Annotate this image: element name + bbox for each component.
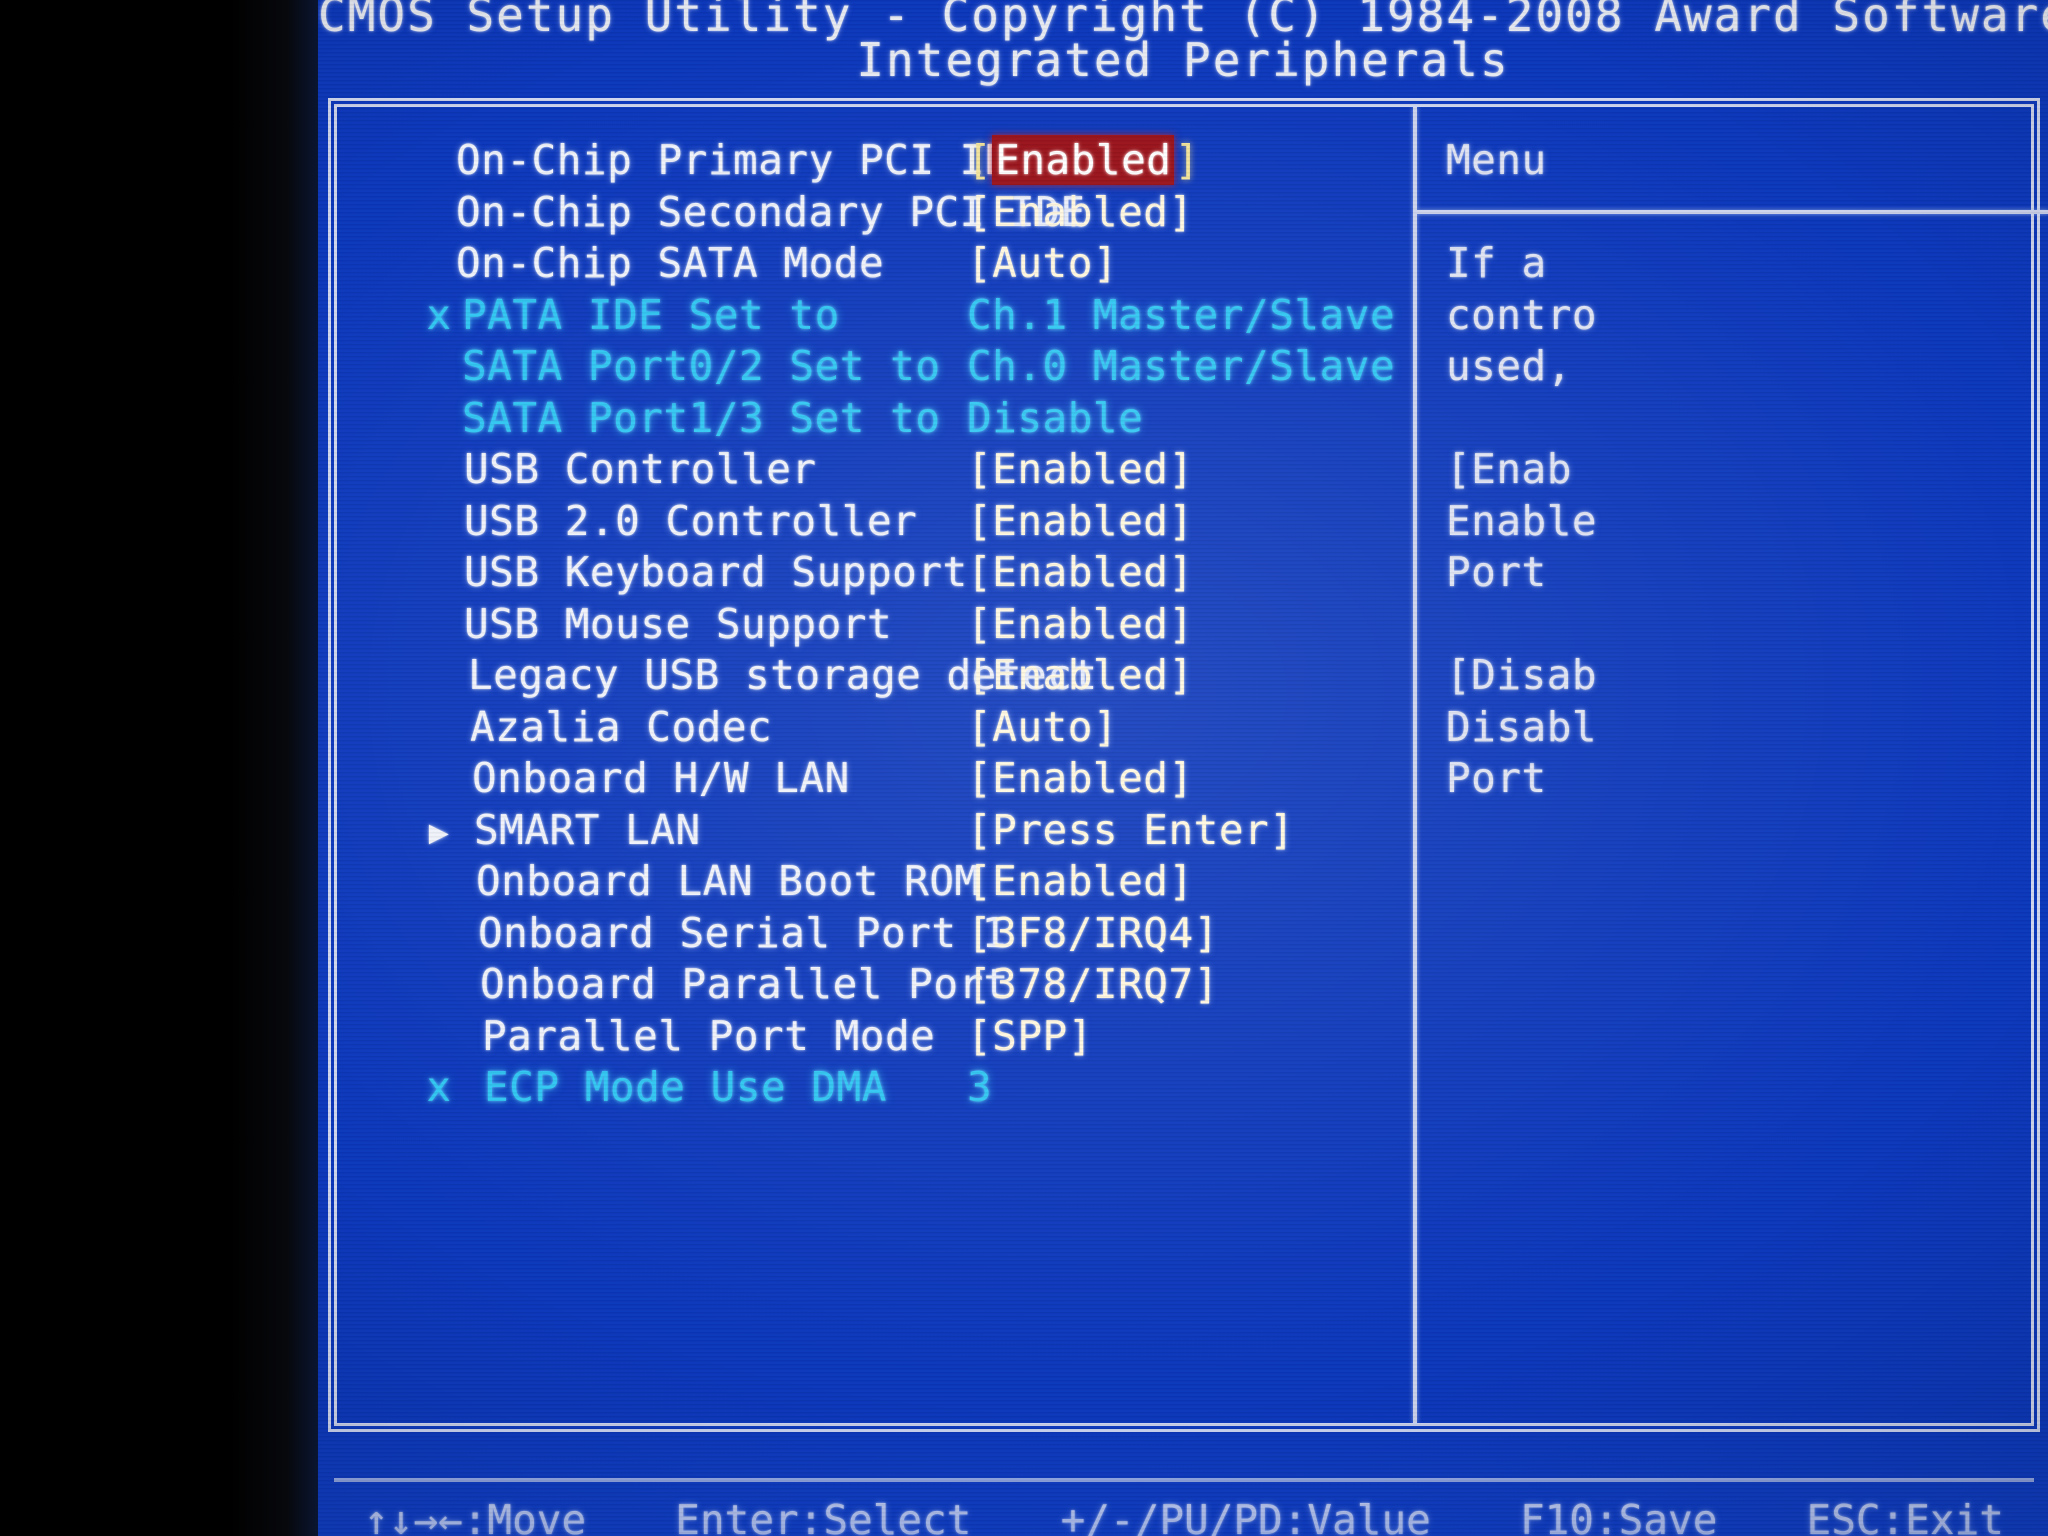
setting-value[interactable]: [Enabled] xyxy=(967,651,1194,699)
key-value: +/-/PU/PD:Value xyxy=(1060,1496,1431,1536)
photo-dark-edge xyxy=(0,0,318,1536)
help-line: contro xyxy=(1446,290,1598,339)
setting-value[interactable]: [Enabled] xyxy=(967,497,1194,545)
bios-screen: CMOS Setup Utility - Copyright (C) 1984-… xyxy=(318,0,2048,1536)
setting-value-text[interactable]: Enabled xyxy=(992,135,1175,185)
setting-row[interactable]: USB Keyboard Support [Enabled] xyxy=(422,548,1382,600)
submenu-arrow-icon: ▶ xyxy=(428,811,450,851)
setting-row[interactable]: On-Chip SATA Mode [Auto] xyxy=(422,239,1382,291)
help-spacer-2 xyxy=(1446,394,2048,446)
setting-label: Azalia Codec xyxy=(470,702,773,751)
setting-row[interactable]: Onboard LAN Boot ROM [Enabled] xyxy=(422,857,1382,909)
help-line: [Disab xyxy=(1446,651,1598,699)
disabled-marker-icon: x xyxy=(426,290,452,339)
setting-value[interactable]: [Auto] xyxy=(967,703,1118,751)
setting-value[interactable]: [Enabled] xyxy=(967,857,1194,905)
setting-label: SATA Port1/3 Set to xyxy=(462,393,941,442)
setting-label: USB 2.0 Controller xyxy=(464,496,918,545)
setting-row[interactable]: SATA Port1/3 Set to Disable xyxy=(422,394,1382,446)
help-line: Port xyxy=(1446,548,1547,596)
setting-label: PATA IDE Set to xyxy=(462,290,840,339)
setting-label: USB Mouse Support xyxy=(464,599,893,648)
setting-value[interactable]: Ch.1 Master/Slave xyxy=(967,291,1395,339)
setting-row[interactable]: Onboard Serial Port 1 [3F8/IRQ4] xyxy=(422,909,1382,961)
setting-label: USB Controller xyxy=(464,445,817,493)
setting-value[interactable]: [Enabled] xyxy=(967,600,1194,648)
setting-row[interactable]: Azalia Codec [Auto] xyxy=(422,703,1382,755)
setting-label: Onboard Parallel Port xyxy=(480,960,1009,1008)
key-select: Enter:Select xyxy=(675,1496,972,1536)
setting-value[interactable]: [Enabled] xyxy=(967,548,1194,596)
settings-list: On-Chip Primary PCI IDE [Enabled] On-Chip … xyxy=(422,135,1395,1115)
setting-label: SMART LAN xyxy=(474,805,701,854)
help-panel: Menu If a contro used, [Enab Enable Port… xyxy=(1446,136,2048,806)
keybar-rule xyxy=(334,1478,2034,1482)
help-line: used, xyxy=(1446,342,1572,390)
disabled-marker-icon: x xyxy=(426,1063,452,1111)
help-line: Disabl xyxy=(1446,702,1598,751)
setting-value[interactable]: Disable xyxy=(967,394,1143,442)
help-line: Port xyxy=(1446,754,1547,802)
setting-row[interactable]: ▶ SMART LAN [Press Enter] xyxy=(422,806,1382,858)
help-title: Menu xyxy=(1446,136,1547,184)
setting-label: Onboard Serial Port 1 xyxy=(478,908,1007,957)
help-spacer-1 xyxy=(1446,188,2048,240)
setting-row[interactable]: On-Chip Primary PCI IDE [Enabled] xyxy=(422,135,1382,188)
setting-row[interactable]: USB Mouse Support [Enabled] xyxy=(422,600,1382,652)
setting-value[interactable]: [Enabled] xyxy=(967,445,1194,493)
setting-row[interactable]: USB 2.0 Controller [Enabled] xyxy=(422,497,1382,549)
page-subtitle: Integrated Peripherals xyxy=(856,33,1510,87)
setting-label: ECP Mode Use DMA xyxy=(484,1063,887,1111)
setting-value[interactable]: [378/IRQ7] xyxy=(967,960,1219,1008)
setting-value[interactable]: [3F8/IRQ4] xyxy=(967,909,1219,957)
setting-row[interactable]: Onboard Parallel Port [378/IRQ7] xyxy=(422,960,1382,1012)
key-legend-bar: ↑↓→←:Move Enter:Select +/-/PU/PD:Value F… xyxy=(334,1496,2034,1536)
setting-value[interactable]: [Enabled] xyxy=(967,754,1194,802)
setting-label: Parallel Port Mode xyxy=(482,1011,936,1060)
setting-row[interactable]: x PATA IDE Set to Ch.1 Master/Slave xyxy=(422,290,1394,343)
help-spacer-3 xyxy=(1446,600,2048,652)
key-save: F10:Save xyxy=(1519,1496,1718,1536)
bracket-close: ] xyxy=(1174,136,1200,184)
setting-label: Onboard LAN Boot ROM xyxy=(476,857,980,905)
setting-row[interactable]: x ECP Mode Use DMA 3 xyxy=(422,1063,1382,1115)
setting-label: SATA Port0/2 Set to xyxy=(462,342,941,390)
setting-value[interactable]: [Auto] xyxy=(967,239,1118,287)
setting-value-selected[interactable]: [Enabled] xyxy=(967,135,1200,185)
panel-divider xyxy=(1413,107,1417,1423)
help-line: Enable xyxy=(1446,496,1598,545)
bracket-open: [ xyxy=(967,136,993,184)
setting-row[interactable]: Parallel Port Mode [SPP] xyxy=(422,1012,1382,1064)
setting-value[interactable]: [Press Enter] xyxy=(967,806,1294,854)
key-move: ↑↓→←:Move xyxy=(364,1496,587,1536)
setting-row[interactable]: SATA Port0/2 Set to Ch.0 Master/Slave xyxy=(422,342,1395,394)
setting-value[interactable]: Ch.0 Master/Slave xyxy=(967,342,1395,390)
setting-label: USB Keyboard Support xyxy=(464,548,968,596)
setting-value[interactable]: 3 xyxy=(967,1063,992,1111)
setting-row[interactable]: On-Chip Secondary PCI IDE [Enabled] xyxy=(422,188,1382,240)
setting-value[interactable]: [Enabled] xyxy=(967,188,1194,236)
setting-row[interactable]: Legacy USB storage detect [Enabled] xyxy=(422,651,1382,703)
help-line: [Enab xyxy=(1446,445,1572,493)
setting-row[interactable]: USB Controller [Enabled] xyxy=(422,445,1382,497)
setting-value[interactable]: [SPP] xyxy=(967,1012,1093,1060)
setting-label: On-Chip Primary PCI IDE xyxy=(456,136,1036,184)
setting-label: Onboard H/W LAN xyxy=(472,754,850,802)
setting-label: On-Chip SATA Mode xyxy=(456,239,885,287)
key-exit: ESC:Exit xyxy=(1806,1496,2004,1536)
help-line: If a xyxy=(1446,239,1547,287)
setting-row[interactable]: Onboard H/W LAN [Enabled] xyxy=(422,754,1382,806)
